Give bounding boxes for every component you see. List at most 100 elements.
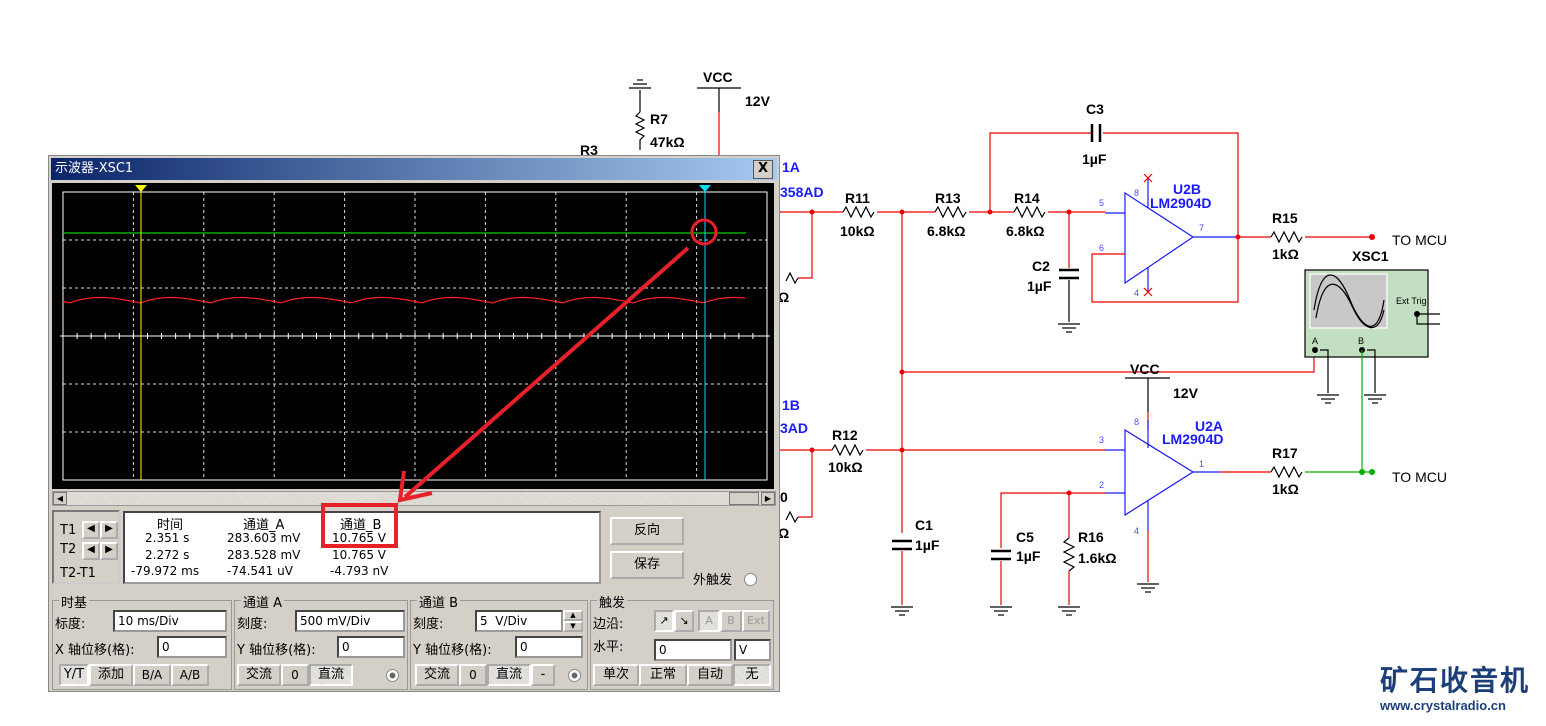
r16-value: 1.6kΩ	[1078, 550, 1116, 566]
mode-yt-button[interactable]: Y/T	[59, 664, 89, 686]
pin-label: 3	[1099, 435, 1104, 445]
c2-value: 1µF	[1027, 278, 1052, 294]
mode-ab-button[interactable]: A/B	[171, 664, 209, 686]
r11-value: 10kΩ	[840, 223, 875, 239]
reverse-button[interactable]: 反向	[610, 517, 684, 545]
trigger-auto-button[interactable]: 自动	[687, 664, 733, 686]
pin-label: 4	[1134, 526, 1139, 536]
channel-a-scale-label: 刻度:	[237, 617, 268, 632]
t2-label: T2	[60, 542, 77, 557]
r17-value: 1kΩ	[1272, 481, 1299, 497]
t2-right-arrow-button[interactable]: ▶	[100, 542, 118, 560]
trigger-edge-label: 边沿:	[593, 617, 624, 632]
x-position-input[interactable]: 0	[157, 636, 227, 658]
ext-trig-label: Ext Trig	[1396, 296, 1427, 306]
trigger-level-unit[interactable]: V	[734, 639, 771, 661]
pin-label: 5	[1099, 198, 1104, 208]
zero-label: 0	[780, 489, 788, 505]
t1-right-arrow-button[interactable]: ▶	[100, 521, 118, 539]
r7-label: R7	[650, 111, 668, 127]
ext-trigger-terminal[interactable]	[744, 573, 757, 586]
trigger-level-input[interactable]: 0	[654, 639, 732, 661]
u2b-part: LM2904D	[1150, 195, 1211, 211]
channel-b-scale-input[interactable]: 5 V/Div	[475, 610, 563, 632]
trigger-source-ext-button[interactable]: Ext	[742, 610, 770, 632]
vcc-value: 12V	[745, 93, 771, 109]
c3-label: C3	[1086, 101, 1104, 117]
t1-label: T1	[60, 523, 77, 538]
channel-b-terminal[interactable]	[568, 669, 581, 682]
channel-b-ac-button[interactable]: 交流	[415, 664, 459, 686]
channel-b-zero-button[interactable]: 0	[459, 664, 487, 686]
r13-label: R13	[935, 190, 961, 206]
channel-a-ypos-input[interactable]: 0	[337, 636, 405, 658]
delta-time: -79.972 ms	[131, 564, 200, 578]
r12-label: R12	[832, 427, 858, 443]
vcc-label: VCC	[1130, 361, 1160, 377]
c3-value: 1µF	[1082, 151, 1107, 167]
scroll-right-button[interactable]: ▶	[761, 492, 775, 505]
channel-a-ypos-label: Y 轴位移(格):	[237, 643, 316, 658]
trigger-single-button[interactable]: 单次	[593, 664, 639, 686]
channel-b-dc-button[interactable]: 直流	[487, 664, 531, 686]
channel-a-group: 通道 A 刻度: 500 mV/Div Y 轴位移(格): 0 交流 0 直流	[234, 592, 408, 690]
c1-value: 1µF	[915, 537, 940, 553]
r11-label: R11	[845, 190, 870, 206]
cursor-t1-handle[interactable]	[135, 185, 147, 192]
save-button[interactable]: 保存	[610, 551, 684, 579]
horizontal-scrollbar[interactable]: ◀ ▶	[52, 491, 776, 506]
t2-time: 2.272 s	[145, 548, 190, 562]
mode-ba-button[interactable]: B/A	[133, 664, 171, 686]
channel-b-ypos-label: Y 轴位移(格):	[413, 643, 492, 658]
channel-b-scale-label: 刻度:	[413, 617, 444, 632]
close-button[interactable]: X	[753, 160, 773, 179]
terminal-b-label: B	[1358, 336, 1364, 346]
terminal-a-label: A	[1312, 336, 1318, 346]
channel-a-scale-input[interactable]: 500 mV/Div	[295, 610, 405, 632]
t2-left-arrow-button[interactable]: ◀	[82, 542, 100, 560]
rising-edge-button[interactable]: ↗	[654, 610, 674, 632]
falling-edge-button[interactable]: ↘	[674, 610, 694, 632]
t1-left-arrow-button[interactable]: ◀	[82, 521, 100, 539]
c2-label: C2	[1032, 258, 1050, 274]
trigger-none-button[interactable]: 无	[733, 664, 771, 686]
channel-a-zero-button[interactable]: 0	[281, 664, 309, 686]
measurement-table: 时间 通道_A 通道_B 2.351 s 283.603 mV 10.765 V…	[123, 511, 601, 584]
x-position-label: X 轴位移(格):	[55, 643, 135, 658]
oscilloscope-window: 示波器-XSC1 X ◀ ▶ T1 T2 T2-T1 ◀ ▶ ◀ ▶ 时间 通道	[48, 155, 780, 692]
timebase-scale-input[interactable]: 10 ms/Div	[113, 610, 227, 632]
ext-trigger-label: 外触发	[693, 573, 733, 588]
scale-down-button[interactable]: ▼	[563, 621, 583, 632]
vcc-label: VCC	[703, 69, 733, 85]
r12-value: 10kΩ	[828, 459, 863, 475]
channel-a-ac-button[interactable]: 交流	[237, 664, 281, 686]
trigger-source-b-button[interactable]: B	[720, 610, 742, 632]
window-title-bar[interactable]: 示波器-XSC1 X	[51, 158, 777, 180]
channel-b-ypos-input[interactable]: 0	[515, 636, 583, 658]
to-mcu-label: TO MCU	[1392, 232, 1447, 248]
u2a-part: LM2904D	[1162, 431, 1223, 447]
trigger-source-a-button[interactable]: A	[698, 610, 720, 632]
xsc1-label: XSC1	[1352, 248, 1389, 264]
delta-channel-a: -74.541 uV	[227, 564, 293, 578]
channel-a-dc-button[interactable]: 直流	[309, 664, 353, 686]
channel-a-terminal[interactable]	[386, 669, 399, 682]
watermark-name: 矿石收音机	[1380, 664, 1531, 697]
pin-label: 2	[1099, 480, 1104, 490]
to-mcu-label: TO MCU	[1392, 469, 1447, 485]
channel-b-minus-button[interactable]: -	[531, 664, 555, 686]
scale-up-button[interactable]: ▲	[563, 610, 583, 621]
c1-label: C1	[915, 517, 933, 533]
mode-add-button[interactable]: 添加	[89, 664, 133, 686]
window-title: 示波器-XSC1	[55, 161, 134, 176]
trigger-normal-button[interactable]: 正常	[639, 664, 687, 686]
timebase-scale-label: 标度:	[55, 617, 86, 632]
timebase-group: 时基 标度: 10 ms/Div X 轴位移(格): 0 Y/T 添加 B/A …	[52, 592, 232, 690]
delta-channel-b: -4.793 nV	[330, 564, 389, 578]
timebase-title: 时基	[59, 592, 90, 611]
scroll-left-button[interactable]: ◀	[53, 492, 67, 505]
c5-value: 1µF	[1016, 548, 1041, 564]
scroll-thumb[interactable]	[729, 492, 759, 505]
r16-label: R16	[1078, 529, 1104, 545]
cursor-t2-handle[interactable]	[699, 185, 711, 192]
